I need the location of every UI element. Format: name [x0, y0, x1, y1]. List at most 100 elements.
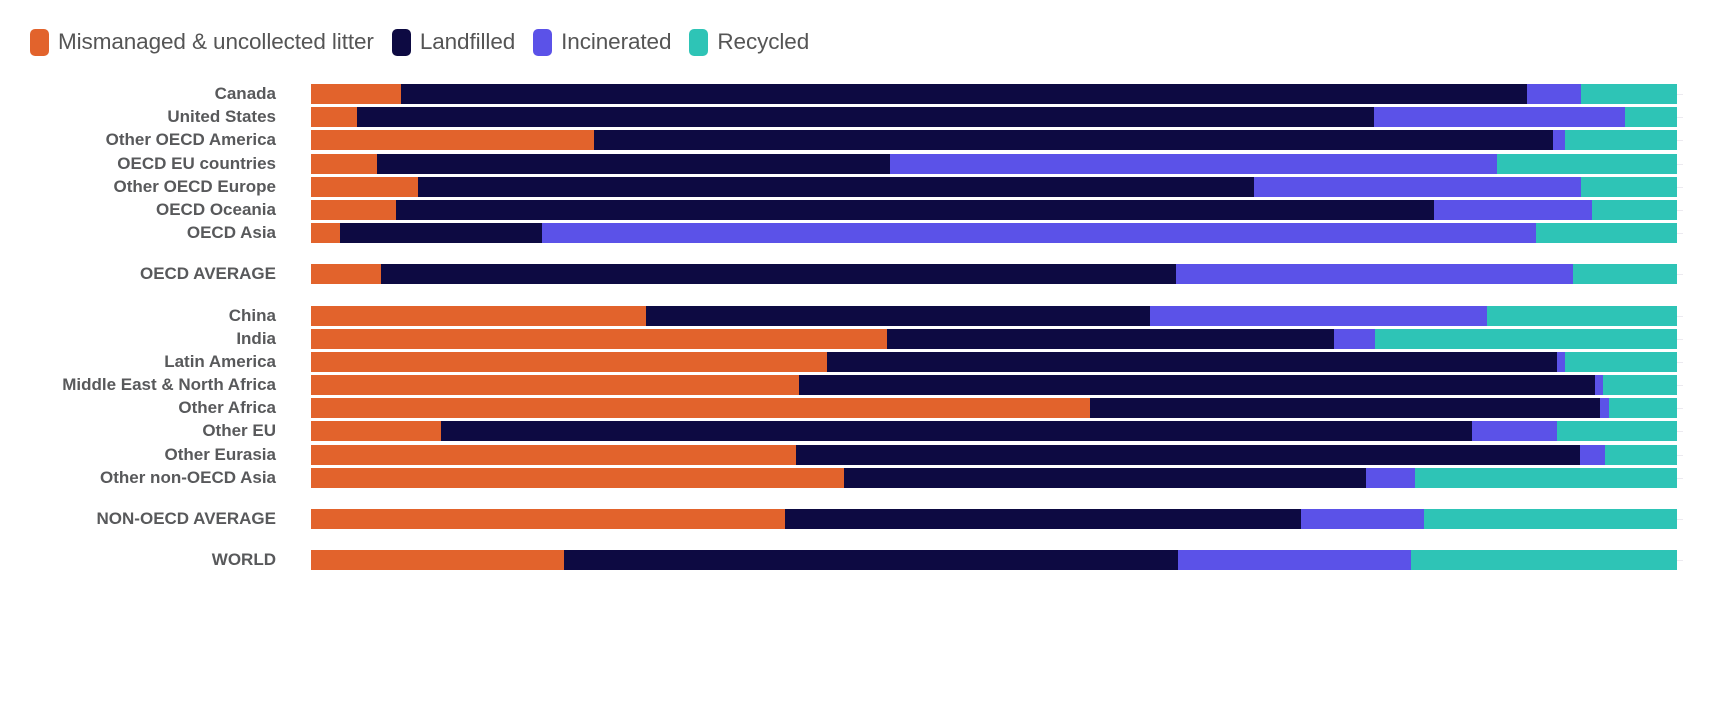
bar-segment-recycled[interactable] — [1604, 444, 1677, 465]
bar-segment-mismanaged[interactable] — [311, 509, 785, 529]
bar-segment-landfilled[interactable] — [785, 509, 1302, 529]
row-label-other-oecd-europe: Other OECD Europe — [113, 176, 276, 196]
bar-segment-mismanaged[interactable] — [311, 223, 340, 244]
bar-segment-mismanaged[interactable] — [311, 107, 358, 128]
chart-row: Other Africa — [0, 398, 1724, 419]
bar-segment-mismanaged[interactable] — [311, 351, 828, 372]
bar-segment-landfilled[interactable] — [417, 176, 1254, 197]
bar-segment-recycled[interactable] — [1375, 328, 1677, 349]
bar-segment-mismanaged[interactable] — [311, 176, 418, 197]
bar-segment-incinerated[interactable] — [1433, 199, 1593, 220]
bar-segment-incinerated[interactable] — [1373, 107, 1626, 128]
chart-row: Middle East & North Africa — [0, 375, 1724, 396]
bar-segment-landfilled[interactable] — [645, 305, 1150, 326]
bar-segment-incinerated[interactable] — [1526, 84, 1582, 104]
bar-segment-landfilled[interactable] — [593, 130, 1553, 151]
bar-segment-recycled[interactable] — [1564, 130, 1677, 151]
bar-segment-incinerated[interactable] — [1175, 264, 1574, 285]
chart-row: OECD EU countries — [0, 153, 1724, 174]
bar-segment-mismanaged[interactable] — [311, 398, 1090, 419]
bar-track — [311, 444, 1677, 465]
bar-segment-recycled[interactable] — [1487, 305, 1677, 326]
legend-swatch-incinerated-icon — [533, 28, 553, 56]
bar-segment-landfilled[interactable] — [798, 375, 1596, 396]
bar-segment-landfilled[interactable] — [827, 351, 1557, 372]
bar-segment-recycled[interactable] — [1581, 84, 1677, 104]
bar-segment-landfilled[interactable] — [395, 199, 1434, 220]
bar-segment-landfilled[interactable] — [440, 421, 1473, 442]
bar-segment-recycled[interactable] — [1625, 107, 1677, 128]
bar-segment-landfilled[interactable] — [843, 467, 1366, 488]
bar-segment-recycled[interactable] — [1556, 421, 1677, 442]
bar-segment-recycled[interactable] — [1424, 509, 1677, 529]
bar-segment-incinerated[interactable] — [1556, 351, 1565, 372]
bar-segment-incinerated[interactable] — [1595, 375, 1604, 396]
bar-segment-recycled[interactable] — [1496, 153, 1677, 174]
bar-segment-mismanaged[interactable] — [311, 550, 564, 571]
legend-item-landfilled[interactable]: Landfilled — [391, 28, 515, 56]
bar-segment-incinerated[interactable] — [1552, 130, 1565, 151]
bar-segment-mismanaged[interactable] — [311, 130, 594, 151]
row-label-world: WORLD — [211, 550, 276, 570]
row-label-other-africa: Other Africa — [178, 398, 276, 418]
row-label-china: China — [228, 305, 276, 325]
bar-segment-landfilled[interactable] — [380, 264, 1176, 285]
bar-segment-recycled[interactable] — [1573, 264, 1677, 285]
bar-segment-mismanaged[interactable] — [311, 375, 799, 396]
bar-track — [311, 467, 1677, 488]
legend-label: Mismanaged & uncollected litter — [58, 29, 374, 54]
legend-item-incinerated[interactable]: Incinerated — [533, 28, 672, 56]
row-label-united-states: United States — [167, 107, 276, 127]
bar-segment-incinerated[interactable] — [1301, 509, 1425, 529]
bar-segment-recycled[interactable] — [1581, 176, 1677, 197]
row-label-latin-america: Latin America — [164, 351, 276, 371]
bar-segment-incinerated[interactable] — [1334, 328, 1376, 349]
chart-row: Other non-OECD Asia — [0, 467, 1724, 488]
bar-segment-mismanaged[interactable] — [311, 328, 888, 349]
row-label-oecd-eu-countries: OECD EU countries — [117, 153, 276, 173]
bar-segment-recycled[interactable] — [1410, 550, 1677, 571]
bar-segment-landfilled[interactable] — [563, 550, 1179, 571]
bar-segment-mismanaged[interactable] — [311, 153, 377, 174]
legend-item-mismanaged[interactable]: Mismanaged & uncollected litter — [30, 28, 374, 56]
row-label-oecd-asia: OECD Asia — [186, 223, 276, 243]
row-label-other-eu: Other EU — [202, 421, 276, 441]
bar-segment-landfilled[interactable] — [357, 107, 1374, 128]
bar-segment-recycled[interactable] — [1536, 223, 1677, 244]
bar-segment-landfilled[interactable] — [339, 223, 542, 244]
bar-segment-landfilled[interactable] — [887, 328, 1335, 349]
bar-segment-recycled[interactable] — [1592, 199, 1677, 220]
bar-segment-landfilled[interactable] — [401, 84, 1527, 104]
bar-segment-recycled[interactable] — [1564, 351, 1677, 372]
bar-segment-incinerated[interactable] — [1600, 398, 1609, 419]
bar-segment-incinerated[interactable] — [1580, 444, 1605, 465]
legend-item-recycled[interactable]: Recycled — [689, 28, 809, 56]
bar-segment-recycled[interactable] — [1414, 467, 1677, 488]
bar-segment-mismanaged[interactable] — [311, 199, 396, 220]
bar-segment-mismanaged[interactable] — [311, 84, 402, 104]
bar-segment-mismanaged[interactable] — [311, 421, 441, 442]
chart-row: OECD AVERAGE — [0, 264, 1724, 285]
bar-track — [311, 153, 1677, 174]
legend-label: Incinerated — [561, 29, 672, 54]
bar-segment-landfilled[interactable] — [376, 153, 891, 174]
bar-segment-incinerated[interactable] — [1178, 550, 1411, 571]
bar-segment-incinerated[interactable] — [1149, 305, 1488, 326]
bar-segment-incinerated[interactable] — [1472, 421, 1557, 442]
bar-segment-recycled[interactable] — [1608, 398, 1677, 419]
bar-segment-mismanaged[interactable] — [311, 305, 646, 326]
bar-segment-landfilled[interactable] — [1089, 398, 1601, 419]
bar-track — [311, 176, 1677, 197]
bar-segment-mismanaged[interactable] — [311, 467, 844, 488]
bar-track — [311, 421, 1677, 442]
bar-segment-mismanaged[interactable] — [311, 264, 381, 285]
bar-segment-incinerated[interactable] — [1365, 467, 1415, 488]
bar-segment-incinerated[interactable] — [1253, 176, 1582, 197]
bar-segment-incinerated[interactable] — [541, 223, 1537, 244]
bar-segment-landfilled[interactable] — [795, 444, 1580, 465]
bar-segment-mismanaged[interactable] — [311, 444, 796, 465]
bar-segment-recycled[interactable] — [1603, 375, 1677, 396]
bar-segment-incinerated[interactable] — [890, 153, 1497, 174]
